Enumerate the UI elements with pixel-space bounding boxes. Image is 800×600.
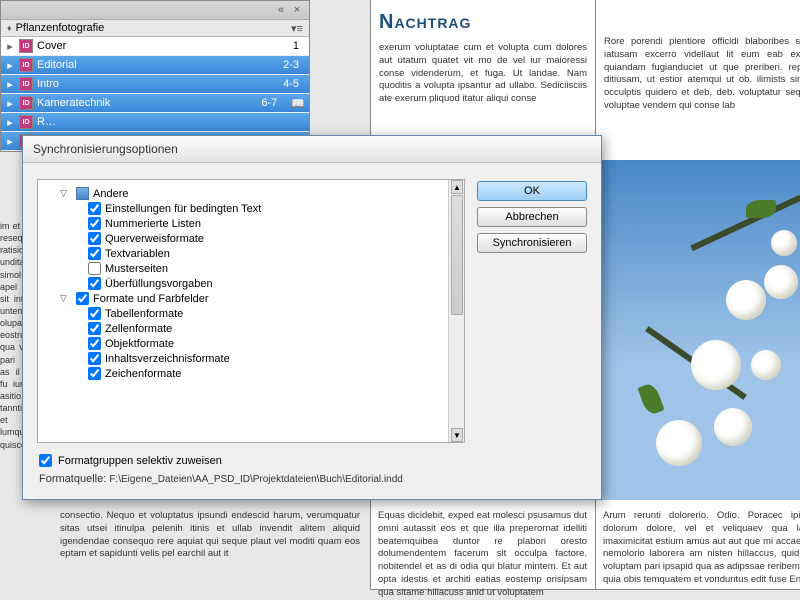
panel-row[interactable]: ▸ ID Intro 4-5 <box>1 75 309 94</box>
selective-assign-checkbox[interactable] <box>39 454 52 467</box>
panel-row[interactable]: ▸ ID Cover 1 <box>1 37 309 56</box>
tree-item-label: Querverweisformate <box>105 233 204 245</box>
body-text-left: exerum voluptatae cum et volupta cum dol… <box>371 42 595 106</box>
tree-item-label: Zellenformate <box>105 323 172 335</box>
tree-item[interactable]: Objektformate <box>42 336 460 351</box>
tree-item[interactable]: Tabellenformate <box>42 306 460 321</box>
indesign-doc-icon: ID <box>19 39 33 53</box>
dialog-title: Synchronisierungsoptionen <box>23 136 601 163</box>
panel-list: ▸ ID Cover 1 ▸ ID Editorial 2-3 ▸ ID Intro 4-5 ▸ ID Ka… <box>1 37 309 151</box>
tree-group-label: Formate und Farbfelder <box>93 293 209 305</box>
panel-menu-icon[interactable]: ▾≡ <box>291 22 303 34</box>
indesign-doc-icon: ID <box>19 96 33 110</box>
tree-item-label: Objektformate <box>105 338 174 350</box>
disclosure-icon: ▸ <box>5 40 15 53</box>
item-checkbox[interactable] <box>88 202 101 215</box>
sync-options-dialog: Synchronisierungsoptionen ▽ Andere Einstel… <box>22 135 602 500</box>
sync-button[interactable]: Synchronisieren <box>477 233 587 253</box>
item-checkbox[interactable] <box>88 277 101 290</box>
panel-row-label: Kameratechnik <box>37 97 239 109</box>
disclosure-icon: ▸ <box>5 78 15 91</box>
photo-frame <box>596 160 800 500</box>
tree-item[interactable]: Nummerierte Listen <box>42 216 460 231</box>
panel-row-pages: 4-5 <box>265 78 305 90</box>
scroll-thumb[interactable] <box>451 195 463 315</box>
options-tree: ▽ Andere Einstellungen für bedingten Text N… <box>37 179 465 443</box>
tree-item-label: Nummerierte Listen <box>105 218 201 230</box>
tree-item-label: Einstellungen für bedingten Text <box>105 203 261 215</box>
scroll-up-icon[interactable]: ▲ <box>451 180 463 194</box>
source-label: Formatquelle: <box>39 473 106 485</box>
panel-row[interactable]: ▸ ID Editorial 2-3 <box>1 56 309 75</box>
item-checkbox[interactable] <box>88 337 101 350</box>
tree-item[interactable]: Musterseiten <box>42 261 460 276</box>
page-heading: Nachtrag <box>371 0 595 42</box>
checkbox-mixed-icon[interactable] <box>76 187 89 200</box>
scrollbar[interactable]: ▲ ▼ <box>448 180 464 442</box>
body-text-bottom-right: Arum rerunti dolorerio. Odio. Poracec ip… <box>595 510 800 600</box>
tree-item[interactable]: Einstellungen für bedingten Text <box>42 201 460 216</box>
chevron-down-icon[interactable]: ▽ <box>60 293 72 304</box>
panel-row[interactable]: ▸ ID R… <box>1 113 309 132</box>
panel-row-pages: 1 <box>265 40 305 52</box>
overflow-text-under: consectio. Nequo et voluptatus ipsundi e… <box>60 510 360 600</box>
close-icon[interactable]: × <box>291 4 303 16</box>
tree-item-label: Zeichenformate <box>105 368 181 380</box>
disclosure-icon: ▸ <box>5 116 15 129</box>
tree-group[interactable]: ▽ Formate und Farbfelder <box>42 291 460 306</box>
group-checkbox[interactable] <box>76 292 89 305</box>
tree-item-label: Tabellenformate <box>105 308 183 320</box>
tree-item-label: Inhaltsverzeichnisformate <box>105 353 230 365</box>
panel-row-label: Editorial <box>37 59 261 71</box>
source-path: F:\Eigene_Dateien\AA_PSD_ID\Projektdatei… <box>109 474 403 485</box>
panel-header[interactable]: « × <box>1 1 309 20</box>
panel-row[interactable]: ▸ ID Kameratechnik 6-7 📖 <box>1 94 309 113</box>
book-icon: 📖 <box>291 97 305 110</box>
item-checkbox[interactable] <box>88 232 101 245</box>
tree-item-label: Überfüllungsvorgaben <box>105 278 213 290</box>
ok-button[interactable]: OK <box>477 181 587 201</box>
tree-item-label: Textvariablen <box>105 248 170 260</box>
selective-assign-label: Formatgruppen selektiv zuweisen <box>58 455 222 467</box>
book-panel: « × ♦ Pflanzenfotografie ▾≡ ▸ ID Cover 1 ▸ ID… <box>0 0 310 152</box>
panel-row-label: R… <box>37 116 261 128</box>
tree-item[interactable]: Inhaltsverzeichnisformate <box>42 351 460 366</box>
indesign-doc-icon: ID <box>19 77 33 91</box>
panel-title: Pflanzenfotografie <box>16 22 105 34</box>
item-checkbox[interactable] <box>88 322 101 335</box>
item-checkbox[interactable] <box>88 262 101 275</box>
tree-item[interactable]: Querverweisformate <box>42 231 460 246</box>
tree-group[interactable]: ▽ Andere <box>42 186 460 201</box>
body-text-bottom-left: Equas dicidebit, exped eat molesci psusa… <box>370 510 595 600</box>
disclosure-icon: ▸ <box>5 97 15 110</box>
panel-row-label: Cover <box>37 40 261 52</box>
item-checkbox[interactable] <box>88 367 101 380</box>
item-checkbox[interactable] <box>88 247 101 260</box>
chevron-down-icon[interactable]: ▽ <box>60 188 72 199</box>
tree-item[interactable]: Zellenformate <box>42 321 460 336</box>
tree-item[interactable]: Zeichenformate <box>42 366 460 381</box>
panel-row-label: Intro <box>37 78 261 90</box>
scroll-down-icon[interactable]: ▼ <box>451 428 463 442</box>
item-checkbox[interactable] <box>88 217 101 230</box>
panel-row-pages: 2-3 <box>265 59 305 71</box>
disclosure-icon: ▸ <box>5 135 15 148</box>
panel-row-pages: 6-7 <box>243 97 283 109</box>
tree-group-label: Andere <box>93 188 128 200</box>
tree-item[interactable]: Textvariablen <box>42 246 460 261</box>
disclosure-icon: ▸ <box>5 59 15 72</box>
indesign-doc-icon: ID <box>19 115 33 129</box>
tree-item[interactable]: Überfüllungsvorgaben <box>42 276 460 291</box>
tree-item-label: Musterseiten <box>105 263 168 275</box>
sort-icon: ♦ <box>7 23 12 33</box>
indesign-doc-icon: ID <box>19 58 33 72</box>
body-text-right: Rore porendi pientiore officidi blaborib… <box>596 36 800 113</box>
item-checkbox[interactable] <box>88 307 101 320</box>
item-checkbox[interactable] <box>88 352 101 365</box>
collapse-icon[interactable]: « <box>275 4 287 16</box>
cancel-button[interactable]: Abbrechen <box>477 207 587 227</box>
panel-title-row[interactable]: ♦ Pflanzenfotografie ▾≡ <box>1 20 309 37</box>
